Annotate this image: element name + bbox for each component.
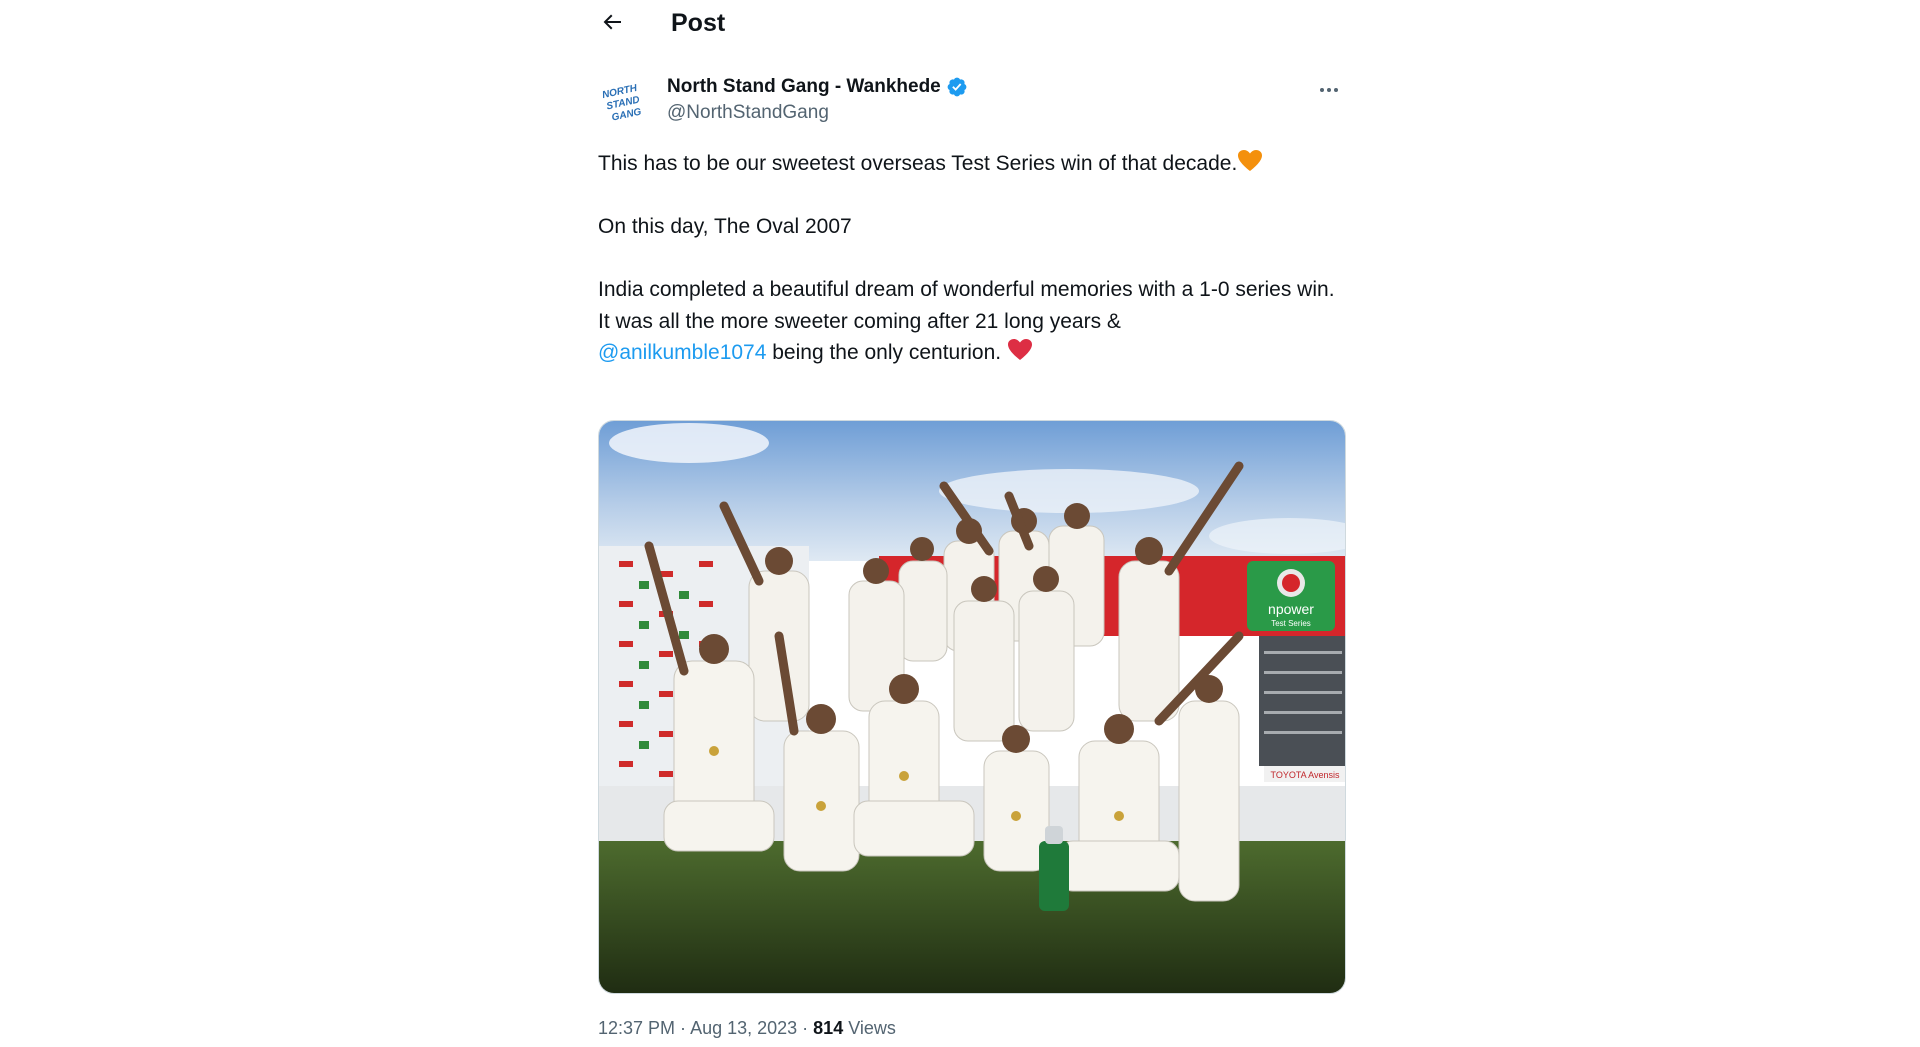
post-time[interactable]: 12:37 PM <box>598 1018 675 1038</box>
tweet-line: On this day, The Oval 2007 <box>598 215 852 238</box>
handle[interactable]: @NorthStandGang <box>667 102 829 124</box>
post-date[interactable]: Aug 13, 2023 <box>690 1018 797 1038</box>
author-row: NORTH STAND GANG North Stand Gang - Wank… <box>598 74 1346 130</box>
display-name[interactable]: North Stand Gang - Wankhede <box>667 76 968 98</box>
tweet-line: It was all the more sweeter coming after… <box>598 309 1121 333</box>
banner-subtext: Test Series <box>1271 619 1311 628</box>
verified-badge-icon <box>947 77 967 97</box>
orange-heart-icon <box>1238 150 1263 171</box>
mention-link[interactable]: @anilkumble1074 <box>598 341 766 364</box>
post-meta: 12:37 PM · Aug 13, 2023 · 814 Views <box>598 1018 896 1039</box>
meta-separator: · <box>797 1018 814 1038</box>
more-dot-icon <box>1327 88 1331 92</box>
views-label: Views <box>843 1018 896 1038</box>
post-column: Post NORTH STAND GANG North Stand Gang -… <box>598 0 1346 1047</box>
tweet-line: This has to be our sweetest overseas Tes… <box>598 148 1346 180</box>
tweet-line: India completed a beautiful dream of won… <box>598 278 1335 301</box>
team-celebration-photo: npower Test Series TOYOTA Avensis <box>599 421 1345 993</box>
tweet-line-text: This has to be our sweetest overseas Tes… <box>598 152 1238 175</box>
tweet-photo[interactable]: npower Test Series TOYOTA Avensis <box>598 420 1346 994</box>
meta-separator: · <box>675 1018 691 1038</box>
avatar[interactable]: NORTH STAND GANG <box>598 78 648 128</box>
tweet-text: This has to be our sweetest overseas Tes… <box>598 148 1346 369</box>
more-dot-icon <box>1320 88 1324 92</box>
board-text: TOYOTA Avensis <box>1270 770 1340 780</box>
more-options-button[interactable] <box>1312 76 1346 104</box>
display-name-text[interactable]: North Stand Gang - Wankhede <box>667 76 941 98</box>
post-header: Post <box>598 0 1346 48</box>
tweet-line: @anilkumble1074 being the only centurion… <box>598 337 1346 369</box>
more-dot-icon <box>1334 88 1338 92</box>
page-title: Post <box>671 9 726 37</box>
views-count: 814 <box>813 1018 844 1038</box>
red-heart-icon <box>1007 339 1032 360</box>
back-button[interactable] <box>598 8 626 36</box>
tweet-line-text: being the only centurion. <box>766 341 1007 364</box>
banner-text: npower <box>1268 601 1314 617</box>
arrow-left-icon <box>603 14 621 30</box>
